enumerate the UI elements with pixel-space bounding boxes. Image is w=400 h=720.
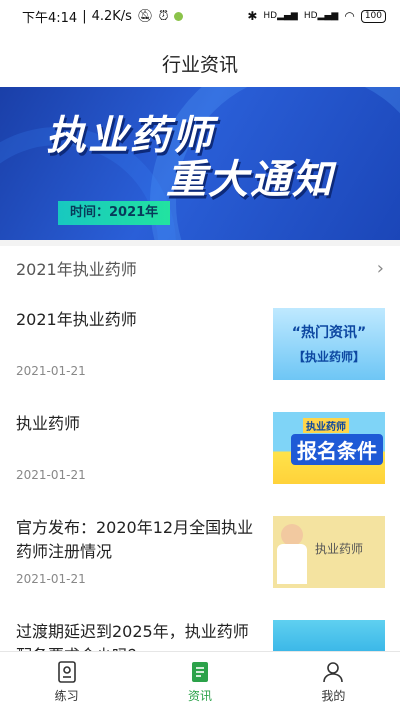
status-time: 下午4:14 — [22, 10, 78, 26]
news-title: 官方发布：2020年12月全国执业药师注册情况 — [16, 518, 254, 561]
doctor-illustration — [281, 524, 303, 546]
chevron-right-icon: › — [376, 257, 384, 279]
status-network-speed: 4.2K/s — [91, 8, 132, 24]
news-title: 执业药师 — [16, 414, 81, 433]
news-thumbnail: “热门资讯” 【执业药师】 — [273, 308, 385, 380]
news-item[interactable]: 执业药师 2021-01-21 执业药师 报名条件 — [0, 412, 400, 512]
signal-icon-2: HD▂▄▆ — [303, 11, 339, 21]
signal-icon: HD▂▄▆ — [263, 11, 298, 21]
tab-label: 我的 — [321, 689, 346, 703]
thumbnail-caption: 报名条件 — [291, 434, 383, 465]
banner-headline-2: 重大通知 — [166, 157, 334, 203]
banner-date-tag: 时间：2021年 — [58, 201, 171, 225]
news-item[interactable]: 官方发布：2020年12月全国执业药师注册情况 2021-01-21 执业药师 — [0, 516, 400, 616]
tab-label: 资讯 — [187, 689, 212, 703]
news-thumbnail: 执业药师 — [273, 516, 385, 588]
thumbnail-caption: “热门资讯” — [291, 325, 367, 341]
page-title: 行业资讯 — [161, 53, 238, 76]
news-icon — [191, 662, 208, 682]
news-thumbnail — [273, 620, 385, 651]
book-icon — [57, 661, 76, 683]
doctor-illustration — [277, 544, 307, 584]
thumbnail-caption: 执业药师 — [315, 542, 364, 556]
news-thumbnail: 执业药师 报名条件 — [273, 412, 385, 484]
section-header[interactable]: 2021年执业药师 › — [0, 248, 400, 288]
divider — [0, 240, 400, 246]
thumbnail-subcaption: 执业药师 — [303, 418, 349, 433]
thumbnail-subcaption: 【执业药师】 — [292, 350, 365, 364]
app-dot-icon — [173, 11, 183, 21]
status-bar: 下午4:14 | 4.2K/s 🔕︎ ⏰︎ ✱ HD▂▄▆ HD▂▄▆ ◠ 10… — [0, 0, 400, 32]
mute-icon: 🔕︎ — [136, 8, 154, 24]
battery-icon: 100 — [360, 9, 386, 23]
tab-label: 练习 — [54, 689, 79, 703]
bluetooth-icon: ✱ — [247, 9, 258, 23]
wifi-icon: ◠ — [344, 9, 355, 23]
tab-profile[interactable]: 我的 — [267, 652, 400, 712]
section-title: 2021年执业药师 — [16, 260, 137, 279]
news-title: 2021年执业药师 — [16, 310, 137, 329]
tab-news[interactable]: 资讯 — [133, 652, 266, 712]
news-item[interactable]: 2021年执业药师 2021-01-21 “热门资讯” 【执业药师】 — [0, 308, 400, 408]
news-date: 2021-01-21 — [16, 364, 86, 378]
alarm-icon: ⏰︎ — [158, 8, 169, 24]
bottom-tab-bar: 练习 资讯 我的 — [0, 651, 400, 712]
news-date: 2021-01-21 — [16, 468, 86, 482]
news-date: 2021-01-21 — [16, 572, 86, 586]
user-icon — [323, 662, 344, 683]
banner[interactable]: 执业药师 重大通知 时间：2021年 — [0, 87, 400, 240]
tab-practice[interactable]: 练习 — [0, 652, 133, 712]
